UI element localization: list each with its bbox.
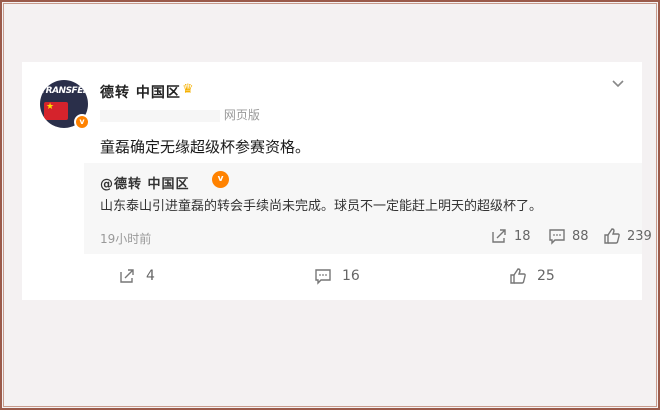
- like-count: 25: [537, 268, 555, 284]
- quoted-like-count: 239: [627, 228, 652, 244]
- avatar-logo-text: TRANSFER: [40, 86, 88, 96]
- comment-icon: [314, 267, 332, 285]
- crown-icon: ♛: [182, 82, 194, 97]
- weibo-post-card: TRANSFER v 德转 中国区 ♛ 网页版 童磊确定无缘超级杯参赛资格。 @…: [22, 62, 652, 300]
- quoted-author-name[interactable]: @德转 中国区: [100, 173, 190, 192]
- verified-badge-icon: v: [74, 114, 90, 130]
- verified-badge-icon: v: [212, 171, 229, 188]
- quoted-post-text: 山东泰山引进童磊的转会手续尚未完成。球员不一定能赶上明天的超级杯了。: [100, 199, 543, 214]
- quoted-comment-count: 88: [572, 228, 589, 244]
- comment-button[interactable]: 16: [314, 267, 360, 285]
- author-name[interactable]: 德转 中国区: [100, 82, 181, 102]
- china-flag-icon: [44, 102, 68, 120]
- thumbs-up-icon: [509, 267, 527, 285]
- comment-count: 16: [342, 268, 360, 284]
- post-meta: 网页版: [100, 106, 272, 123]
- repost-button[interactable]: 4: [118, 267, 155, 285]
- quoted-repost-count: 18: [514, 228, 531, 244]
- post-source: 网页版: [223, 108, 260, 122]
- quoted-like-button[interactable]: 239: [603, 227, 652, 245]
- share-icon: [490, 227, 508, 245]
- thumbs-up-icon: [603, 227, 621, 245]
- post-text: 童磊确定无缘超级杯参赛资格。: [100, 138, 311, 156]
- share-icon: [118, 267, 136, 285]
- chevron-down-icon[interactable]: [610, 76, 626, 92]
- quoted-repost-button[interactable]: 18: [490, 227, 531, 245]
- quoted-comment-button[interactable]: 88: [548, 227, 589, 245]
- redacted-timestamp: [100, 109, 220, 122]
- comment-icon: [548, 227, 566, 245]
- quoted-post-time: 19小时前: [100, 232, 152, 246]
- quoted-post[interactable]: @德转 中国区 v 山东泰山引进童磊的转会手续尚未完成。球员不一定能赶上明天的超…: [84, 163, 652, 254]
- repost-count: 4: [146, 268, 155, 284]
- like-button[interactable]: 25: [509, 267, 555, 285]
